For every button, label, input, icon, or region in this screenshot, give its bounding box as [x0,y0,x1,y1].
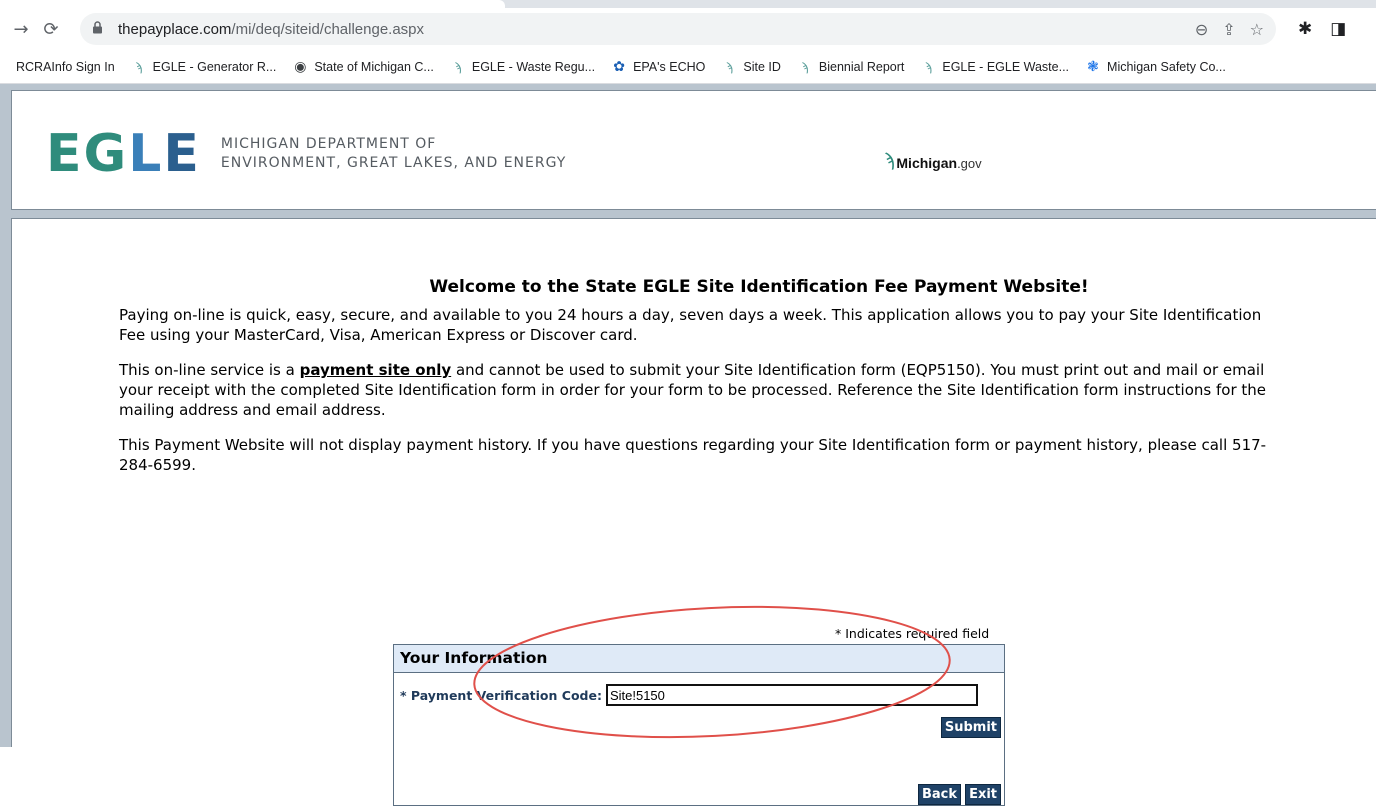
share-icon[interactable]: ⇪ [1222,20,1235,39]
form-title: Your Information [394,645,1004,673]
main-content: Welcome to the State EGLE Site Identific… [11,218,1376,806]
required-field-note: * Indicates required field [835,626,990,641]
bookmark-star-icon[interactable]: ☆ [1250,20,1264,39]
bookmark-epa-echo[interactable]: ✿ EPA's ECHO [603,53,713,81]
bookmark-egle-generator[interactable]: ϡ EGLE - Generator R... [123,53,285,81]
michigan-mitten-icon: ϡ [454,59,462,74]
safety-icon: ❃ [1087,58,1099,74]
bookmark-rcrainfo[interactable]: RCRAInfo Sign In [8,53,123,81]
submit-button[interactable]: Submit [940,717,1001,738]
page-frame: EGLE MICHIGAN DEPARTMENT OF ENVIRONMENT,… [11,90,1376,806]
bookmarks-bar: RCRAInfo Sign In ϡ EGLE - Generator R... … [0,50,1376,84]
extensions-puzzle-icon[interactable]: ✱ [1298,19,1312,39]
text-cursor-icon: e [808,381,819,399]
egle-logo[interactable]: EGLE MICHIGAN DEPARTMENT OF ENVIRONMENT,… [46,128,566,180]
bookmark-biennial-report[interactable]: ϡ Biennial Report [789,53,912,81]
url-text[interactable]: thepayplace.com/mi/deq/siteid/challenge.… [118,21,424,38]
verification-code-input[interactable] [605,684,978,706]
payment-only-paragraph: This on-line service is a payment site o… [119,361,1266,419]
page-title: Welcome to the State EGLE Site Identific… [429,277,1089,297]
michigan-mitten-icon: ϡ [801,59,809,74]
exit-button[interactable]: Exit [965,784,1001,805]
epa-icon: ✿ [613,58,625,74]
forward-icon[interactable]: → [6,14,36,44]
page-viewport: EGLE MICHIGAN DEPARTMENT OF ENVIRONMENT,… [0,84,1376,806]
michigan-mitten-icon: ϡ [135,59,143,74]
bookmark-michigan-safety[interactable]: ❃ Michigan Safety Co... [1077,53,1234,81]
michigan-mitten-icon: ϡ [725,59,733,74]
bookmark-egle-waste-regu[interactable]: ϡ EGLE - Waste Regu... [442,53,603,81]
lock-icon[interactable] [92,20,112,38]
egle-logo-letters: EGLE [46,124,201,184]
back-button[interactable]: Back [917,784,961,805]
tab-strip [0,0,1376,8]
globe-icon: ◉ [294,58,307,74]
michigan-gov-logo[interactable]: ϡ Michigan .gov [884,150,982,171]
browser-toolbar: → ⟳ thepayplace.com/mi/deq/siteid/challe… [0,8,1376,50]
payment-site-only-emphasis: payment site only [299,361,452,379]
active-tab[interactable] [0,0,505,8]
michigan-mitten-icon: ϡ [924,59,932,74]
bookmark-site-id[interactable]: ϡ Site ID [713,53,789,81]
your-information-form: Your Information * Payment Verification … [393,644,1005,806]
department-name: MICHIGAN DEPARTMENT OF ENVIRONMENT, GREA… [220,136,567,171]
verification-code-row: * Payment Verification Code: [400,684,978,706]
reload-icon[interactable]: ⟳ [36,14,66,44]
verification-code-label: * Payment Verification Code: [400,687,602,703]
zoom-icon[interactable]: ⊖ [1195,20,1208,39]
intro-paragraph: Paying on-line is quick, easy, secure, a… [119,306,1262,344]
bookmark-state-of-michigan[interactable]: ◉ State of Michigan C... [284,53,442,81]
address-bar[interactable]: thepayplace.com/mi/deq/siteid/challenge.… [80,13,1276,45]
michigan-mitten-icon: ϡ [884,150,895,170]
site-header: EGLE MICHIGAN DEPARTMENT OF ENVIRONMENT,… [11,90,1376,210]
history-paragraph: This Payment Website will not display pa… [119,436,1267,474]
side-panel-icon[interactable]: ◨ [1330,19,1346,39]
bookmark-egle-waste[interactable]: ϡ EGLE - EGLE Waste... [912,53,1077,81]
